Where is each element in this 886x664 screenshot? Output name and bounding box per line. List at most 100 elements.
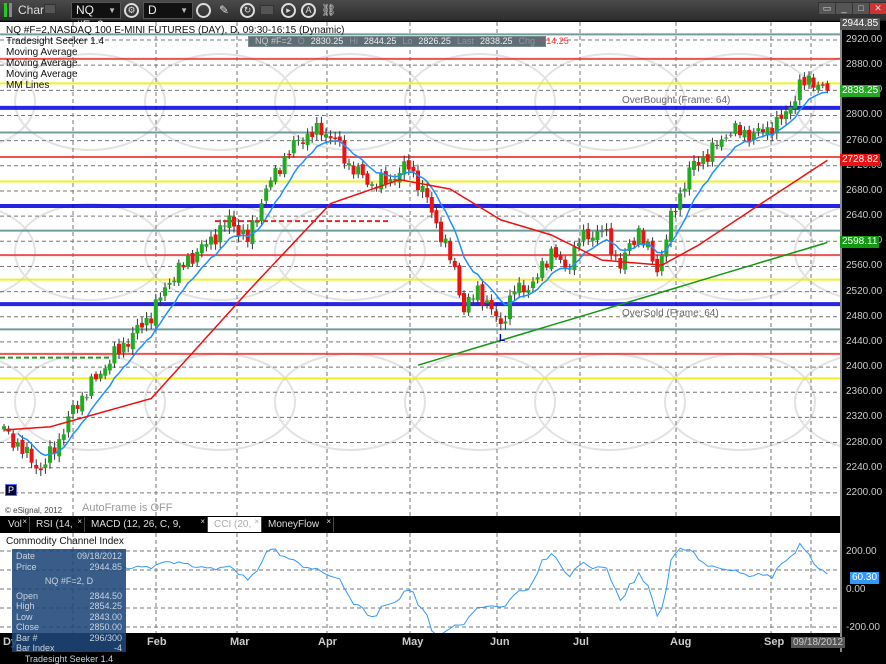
link-badge-icon[interactable] (44, 4, 56, 14)
candle-body (264, 188, 268, 200)
candle-body (821, 84, 825, 85)
candle-body (517, 283, 521, 293)
last-price-tag: 2838.25 (840, 85, 880, 97)
candle-body (618, 258, 622, 269)
refresh-icon[interactable]: ↻ (240, 3, 255, 18)
candle-body (99, 374, 103, 379)
gann-ellipse (0, 354, 35, 450)
candle-body (490, 300, 494, 309)
candle-body (315, 123, 319, 135)
candle-body (34, 465, 38, 469)
candle-body (16, 442, 20, 446)
candle-body (39, 468, 43, 470)
alert-icon[interactable]: A (301, 3, 316, 18)
price-tick: 2880.00 (846, 59, 882, 70)
candle-body (168, 283, 172, 285)
gann-ellipse (145, 204, 295, 300)
candle-body (825, 83, 829, 90)
pencil-icon[interactable]: ✎ (219, 2, 229, 18)
candle-body (554, 247, 558, 257)
candle-body (743, 130, 747, 137)
gann-ellipse (275, 54, 425, 150)
candle-body (605, 229, 609, 230)
minimize-button[interactable]: _ (835, 2, 853, 15)
candle-body (701, 157, 705, 164)
candle-body (287, 154, 291, 155)
oversold-label: OverSold (Frame: 64) (622, 308, 719, 319)
data-window[interactable]: Date09/18/2012 Price2944.85 NQ #F=2, D O… (12, 549, 126, 652)
candle-body (462, 293, 466, 312)
close-button[interactable]: ✕ (869, 2, 886, 15)
candle-body (582, 230, 586, 240)
clock-icon[interactable] (196, 3, 211, 18)
candle-body (724, 138, 728, 139)
settings-icon[interactable]: ⚙ (124, 3, 139, 18)
candle-body (444, 239, 448, 244)
study-label[interactable]: MM Lines (6, 80, 49, 91)
price-axis[interactable]: 2920.002880.002840.002800.002760.002720.… (840, 22, 886, 516)
tab-moneyflow[interactable]: MoneyFlow (14)× (262, 517, 334, 532)
candle-body (595, 231, 599, 240)
candle-body (715, 145, 719, 146)
price-chart[interactable]: NQ #F=2,NASDAQ 100 E-MINI FUTURES (DAY),… (0, 22, 840, 516)
candle-body (218, 225, 222, 242)
candle-body (108, 364, 112, 371)
candle-body (103, 368, 107, 375)
study-label[interactable]: Moving Average (6, 58, 78, 69)
cci-panel[interactable]: Commodity Channel Index (0, 533, 840, 633)
price-tick: 2360.00 (846, 386, 882, 397)
candle-body (802, 77, 806, 85)
autoframe-status: AutoFrame is OFF (82, 502, 172, 514)
tab-cci[interactable]: CCI (20, C)× (208, 517, 262, 532)
candle-body (131, 333, 135, 349)
interval-select[interactable]: D▼ (143, 2, 193, 19)
candle-body (494, 311, 498, 316)
study-label[interactable]: Moving Average (6, 47, 78, 58)
candle-body (499, 318, 503, 324)
candle-body (181, 265, 185, 268)
date-label: Jun (490, 636, 510, 648)
gann-ellipse (15, 354, 165, 450)
candle-body (563, 260, 567, 268)
cci-axis[interactable]: 200.00 0.00 -200.00 60.30 (840, 516, 886, 652)
candle-body (204, 244, 208, 247)
p-badge[interactable]: P (5, 484, 17, 496)
candle-body (2, 426, 6, 429)
candle-body (163, 287, 167, 296)
candle-body (80, 396, 84, 412)
candle-body (306, 134, 310, 145)
screen-icon[interactable] (260, 5, 274, 15)
study-label[interactable]: Tradesight Seeker 1.4 (6, 36, 104, 47)
gann-ellipse (795, 204, 840, 300)
date-label: May (402, 636, 423, 648)
candle-body (89, 376, 93, 396)
candle-body (577, 243, 581, 246)
candle-body (301, 142, 305, 144)
tab-vol[interactable]: Vol× (2, 517, 30, 532)
date-axis[interactable]: Dy Feb Mar Apr May Jun Jul Aug Sep 09/18… (0, 633, 840, 652)
price-tick: 2480.00 (846, 311, 882, 322)
candle-body (766, 127, 770, 134)
tab-rsi[interactable]: RSI (14, C)× (30, 517, 85, 532)
play-icon[interactable]: ▸ (281, 3, 296, 18)
candle-body (591, 238, 595, 241)
candle-body (508, 296, 512, 319)
link-icon[interactable]: ⛓ (321, 2, 336, 18)
maximize-button[interactable]: □ (852, 2, 870, 15)
restore-button[interactable]: ▭ (818, 2, 836, 15)
candle-body (779, 115, 783, 119)
candle-body (793, 101, 797, 108)
candle-body (195, 252, 199, 263)
gann-ellipse (795, 54, 840, 150)
candle-body (11, 433, 15, 447)
gann-ellipse (275, 204, 425, 300)
tab-macd[interactable]: MACD (12, 26, C, 9, false, true)× (85, 517, 208, 532)
window-title: Chart (18, 2, 47, 18)
study-label[interactable]: Moving Average (6, 69, 78, 80)
candle-body (600, 231, 604, 232)
candle-body (66, 416, 70, 432)
candle-body (145, 318, 149, 325)
price-tick: 2640.00 (846, 210, 882, 221)
symbol-input[interactable]: NQ #F=2▼ (71, 2, 121, 19)
candle-body (623, 253, 627, 270)
